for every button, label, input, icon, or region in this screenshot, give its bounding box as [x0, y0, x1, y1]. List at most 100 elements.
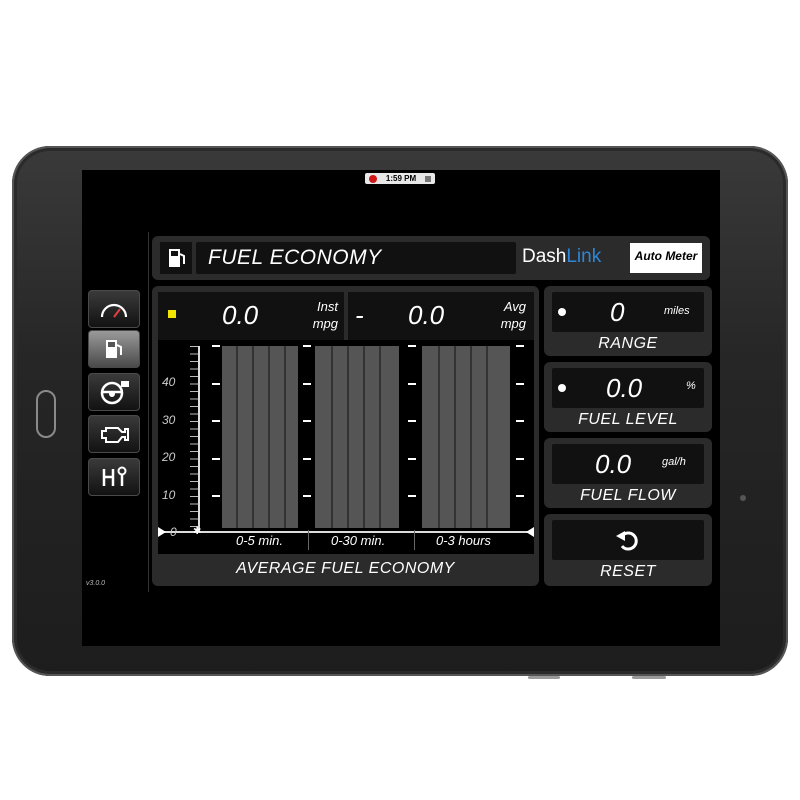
inst-unit-line1: Inst	[317, 299, 338, 314]
grid-mark	[516, 495, 524, 497]
inst-mpg-unit: Inst mpg	[300, 298, 338, 332]
fuel-level-indicator-icon	[558, 384, 566, 392]
battery-icon	[424, 175, 431, 182]
sidebar-item-fuel[interactable]	[88, 330, 140, 368]
grid-mark	[212, 420, 220, 422]
sidebar-item-gauge[interactable]	[88, 290, 140, 328]
grid-mark	[303, 458, 311, 460]
status-bar: 1:59 PM	[365, 173, 435, 184]
average-fuel-economy-label: AVERAGE FUEL ECONOMY	[236, 560, 455, 577]
grid-mark	[303, 383, 311, 385]
y-tick-label: 10	[162, 488, 176, 502]
version-label: v3.0.0	[86, 580, 106, 587]
grid-mark	[303, 420, 311, 422]
bar-divider	[438, 346, 440, 528]
dashlink-logo: DashLink	[522, 246, 601, 268]
grid-mark	[408, 383, 416, 385]
fuel-flow-label: FUEL FLOW	[580, 487, 676, 504]
bar-group-3hours	[422, 346, 510, 528]
fuel-flow-value: 0.0	[595, 449, 632, 479]
brand-dash: Dash	[522, 246, 567, 267]
group-label: 0-5 min.	[236, 533, 283, 548]
sidebar-item-shift[interactable]	[88, 458, 140, 496]
bar-divider	[454, 346, 456, 528]
avg-mpg-value: 0.0	[408, 300, 445, 330]
y-tick-label: 20	[162, 450, 176, 464]
fuel-level-label: FUEL LEVEL	[578, 411, 678, 428]
grid-mark	[408, 495, 416, 497]
y-tick-label: 0	[170, 525, 177, 539]
bar-divider	[470, 346, 472, 528]
grid-mark	[303, 495, 311, 497]
grid-mark	[212, 345, 220, 347]
bar-divider	[331, 346, 333, 528]
camera-icon	[740, 495, 746, 501]
origin-marker-icon: ✱	[193, 526, 202, 537]
grid-mark	[516, 458, 524, 460]
check-engine-icon	[101, 427, 129, 443]
fuel-pump-icon	[106, 340, 122, 358]
group-divider	[308, 530, 309, 550]
bar-divider	[268, 346, 270, 528]
group-label: 0-3 hours	[436, 533, 491, 548]
inst-mpg-value: 0.0	[222, 300, 259, 330]
grid-mark	[408, 420, 416, 422]
reset-button[interactable]	[552, 520, 704, 560]
group-divider	[414, 530, 415, 550]
grid-mark	[408, 345, 416, 347]
grid-mark	[516, 383, 524, 385]
grid-mark	[516, 345, 524, 347]
bar-divider	[486, 346, 488, 528]
sidebar-item-engine[interactable]	[88, 415, 140, 453]
axis-arrow-left-icon	[158, 527, 166, 537]
avg-unit-line1: Avg	[503, 299, 526, 314]
axis-arrow-right-icon	[526, 527, 534, 537]
fuel-pump-icon	[169, 249, 185, 267]
grid-mark	[212, 495, 220, 497]
y-tick-label: 30	[162, 413, 176, 427]
group-label: 0-30 min.	[331, 533, 386, 548]
fuel-level-unit: %	[686, 380, 696, 392]
avg-mpg-unit: Avg mpg	[488, 298, 526, 332]
grid-mark	[212, 458, 220, 460]
y-tick-label: 40	[162, 375, 176, 389]
autometer-logo: Auto Meter	[630, 243, 702, 273]
sidebar-item-steering[interactable]	[88, 373, 140, 411]
reset-arrow-icon	[616, 531, 638, 551]
bar-group-30min	[315, 346, 399, 528]
fuel-level-value: 0.0	[606, 373, 643, 403]
y-axis	[198, 346, 200, 532]
bar-divider	[284, 346, 286, 528]
bar-divider	[347, 346, 349, 528]
volume-key[interactable]	[528, 676, 560, 679]
power-key[interactable]	[632, 676, 666, 679]
grid-mark	[212, 383, 220, 385]
reset-label[interactable]: RESET	[544, 563, 712, 581]
home-button[interactable]	[36, 390, 56, 438]
status-indicator-icon	[168, 310, 176, 318]
sidebar-divider	[148, 232, 149, 592]
record-icon	[369, 174, 377, 183]
y-minor-ticks	[190, 346, 198, 532]
avg-unit-line2: mpg	[500, 316, 526, 331]
header-icon-box	[160, 242, 192, 274]
grid-mark	[516, 420, 524, 422]
range-unit: miles	[664, 305, 690, 317]
bar-divider	[379, 346, 381, 528]
brand-link: Link	[566, 246, 602, 267]
grid-mark	[408, 458, 416, 460]
steering-wheel-icon	[100, 381, 129, 405]
readout-separator: -	[355, 300, 364, 330]
shifter-icon	[102, 466, 127, 486]
inst-unit-line2: mpg	[312, 316, 338, 331]
speedometer-icon	[100, 303, 128, 318]
bar-divider	[363, 346, 365, 528]
bar-divider	[252, 346, 254, 528]
status-time: 1:59 PM	[385, 174, 417, 183]
bar-group-5min	[222, 346, 298, 528]
bar-divider	[236, 346, 238, 528]
page-title: FUEL ECONOMY	[208, 246, 382, 269]
grid-mark	[303, 345, 311, 347]
fuel-flow-unit: gal/h	[662, 456, 686, 468]
range-label: RANGE	[598, 335, 658, 352]
